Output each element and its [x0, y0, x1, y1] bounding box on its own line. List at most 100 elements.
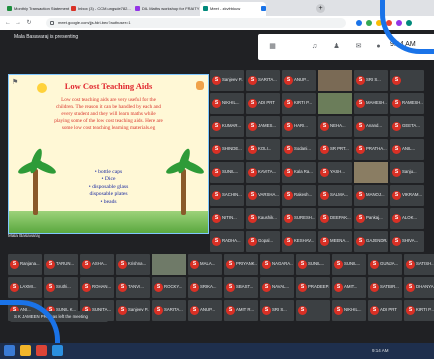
chat-icon[interactable]: ✉	[354, 42, 363, 51]
chrome-icon[interactable]	[36, 345, 47, 356]
participant-tile[interactable]: S Krishna...	[116, 254, 150, 275]
reload-icon[interactable]: ↻	[25, 19, 33, 27]
participant-tile[interactable]: S KIRTI P...	[282, 93, 316, 114]
browser-tab[interactable]: Meet - zkvfrbkuw	[200, 2, 266, 16]
app-icon[interactable]	[52, 345, 63, 356]
participant-tile[interactable]: S TANVI...	[116, 277, 150, 298]
participant-tile[interactable]: S DEEPAK...	[318, 208, 352, 229]
start-icon[interactable]	[4, 345, 15, 356]
participant-tile[interactable]: S Pankaj...	[354, 208, 388, 229]
participant-tile[interactable]	[318, 93, 352, 114]
participant-tile[interactable]: S LAXMI...	[8, 277, 42, 298]
participant-tile[interactable]: S SURESH...	[282, 208, 316, 229]
participant-tile[interactable]: S SBAST...	[224, 277, 258, 298]
participant-tile[interactable]: S MALA...	[188, 254, 222, 275]
participant-tile[interactable]: S SATISH...	[404, 254, 434, 275]
participant-tile[interactable]: S SUNIL...	[296, 254, 330, 275]
participant-tile[interactable]: S Kala Ra...	[282, 162, 316, 183]
browser-tab[interactable]: Monthly Transaction Statement	[4, 2, 76, 16]
participant-tile[interactable]	[152, 254, 186, 275]
participant-tile[interactable]: S NITIN...	[210, 208, 244, 229]
participant-tile[interactable]: S TARUN...	[44, 254, 78, 275]
participant-tile[interactable]: S	[296, 300, 330, 321]
url-input[interactable]: meet.google.com/jjs-fdrl-bec?authuser=1	[46, 18, 346, 28]
participant-tile[interactable]: S GUNJA...	[368, 254, 402, 275]
participant-tile[interactable]: S MANOJ...	[354, 185, 388, 206]
participant-tile[interactable]: S KAVITA...	[246, 162, 280, 183]
participant-tile[interactable]: S Rakesh...	[282, 185, 316, 206]
participant-tile[interactable]: S ROHAN...	[80, 277, 114, 298]
participant-tile[interactable]: S PRIYANK...	[224, 254, 258, 275]
participant-tile[interactable]: S Sruthi...	[44, 277, 78, 298]
participant-tile[interactable]: SGAJENDRA...	[354, 231, 388, 252]
participant-tile[interactable]: S ANIL...	[390, 139, 424, 160]
participant-tile[interactable]: S VARSHA...	[246, 185, 280, 206]
participant-tile[interactable]: S VIKRAM...	[390, 185, 424, 206]
account-icon[interactable]: ●	[374, 42, 383, 51]
browser-tab[interactable]: Inbox (3) - CCM.ungsde782...	[68, 2, 140, 16]
participant-tile[interactable]: S ANUP...	[282, 70, 316, 91]
participant-tile[interactable]: S NIKHIL...	[332, 300, 366, 321]
participant-tile[interactable]: S SARITA...	[246, 70, 280, 91]
participant-tile[interactable]: S MAHESH...	[354, 93, 388, 114]
browser-tab[interactable]	[258, 2, 324, 16]
participant-tile[interactable]: S ALOK...	[390, 208, 424, 229]
participant-tile[interactable]: S ANUP...	[188, 300, 222, 321]
participant-tile[interactable]: S NEHA...	[318, 116, 352, 137]
participant-tile[interactable]	[354, 162, 388, 183]
participant-tile[interactable]: S KIRTI P...	[404, 300, 434, 321]
participant-tile[interactable]: S GEETA...	[390, 116, 424, 137]
participant-tile[interactable]: S MEENA...	[318, 231, 352, 252]
participant-tile[interactable]: S Ranjana...	[8, 254, 42, 275]
participant-tile[interactable]: S SR PRT...	[318, 139, 352, 160]
participant-tile[interactable]: S SUNIL...	[332, 254, 366, 275]
participant-tile[interactable]: S Sanju...	[390, 162, 424, 183]
participant-tile[interactable]: S PRATHA...	[354, 139, 388, 160]
file-explorer-icon[interactable]	[20, 345, 31, 356]
participant-tile[interactable]: S KOLI...	[246, 139, 280, 160]
participant-tile[interactable]: SPRADEEP...	[296, 277, 330, 298]
participant-tile[interactable]: SDHANYA...	[404, 277, 434, 298]
participant-tile[interactable]: S	[390, 70, 424, 91]
participant-tile[interactable]: S JAMES...	[246, 116, 280, 137]
grid-icon[interactable]: ▦	[268, 42, 277, 51]
participant-tile[interactable]: S Anand...	[354, 116, 388, 137]
participant-tile[interactable]: S SUNIL...	[210, 162, 244, 183]
participant-tile[interactable]: S Sanjeev P...	[210, 70, 244, 91]
participant-tile[interactable]: S RAMESH...	[390, 93, 424, 114]
participant-tile[interactable]: S SALMA...	[318, 185, 352, 206]
participant-tile[interactable]: S SACHIN...	[210, 185, 244, 206]
participant-tile[interactable]: S Sodani...	[282, 139, 316, 160]
participant-tile[interactable]: S SRIKA...	[188, 277, 222, 298]
participant-tile[interactable]: S HARI...	[282, 116, 316, 137]
participant-tile[interactable]: S NAVAL...	[260, 277, 294, 298]
participant-tile[interactable]: S KESHAV...	[282, 231, 316, 252]
participant-tile[interactable]: S YASH...	[318, 162, 352, 183]
participant-tile[interactable]: S Gopal...	[246, 231, 280, 252]
participant-tile[interactable]: S NAGARA...	[260, 254, 294, 275]
participant-tile[interactable]: S ADI PRT	[368, 300, 402, 321]
participant-tile[interactable]: S SARITA...	[152, 300, 186, 321]
participant-tile[interactable]	[318, 70, 352, 91]
participant-tile[interactable]: S Sanjeev P...	[116, 300, 150, 321]
browser-tab[interactable]: DIL Maths workshop for FRAITY	[132, 2, 208, 16]
back-icon[interactable]: ←	[4, 19, 12, 27]
participant-tile[interactable]: S SATBIR...	[368, 277, 402, 298]
new-tab-button[interactable]: +	[316, 4, 325, 13]
people-icon[interactable]: ♟	[332, 42, 341, 51]
participant-tile[interactable]: S SRI S...	[354, 70, 388, 91]
extension-icon[interactable]	[366, 20, 372, 26]
participant-tile[interactable]: S ADI PRT	[246, 93, 280, 114]
participant-tile[interactable]: S SRI S...	[260, 300, 294, 321]
participant-tile[interactable]: S ASHA...	[80, 254, 114, 275]
participant-tile[interactable]: S SHINDE...	[210, 139, 244, 160]
participant-tile[interactable]: S Kaushik...	[246, 208, 280, 229]
participant-tile[interactable]: S NIKHIL...	[210, 93, 244, 114]
participant-tile[interactable]: S AMIT R...	[224, 300, 258, 321]
participant-tile[interactable]: S SHIVA...	[390, 231, 424, 252]
mic-icon[interactable]: ♫	[310, 42, 319, 51]
participant-tile[interactable]: S KUMAR...	[210, 116, 244, 137]
forward-icon[interactable]: →	[14, 19, 22, 27]
extension-icon[interactable]	[356, 20, 362, 26]
participant-tile[interactable]: S RADHA...	[210, 231, 244, 252]
